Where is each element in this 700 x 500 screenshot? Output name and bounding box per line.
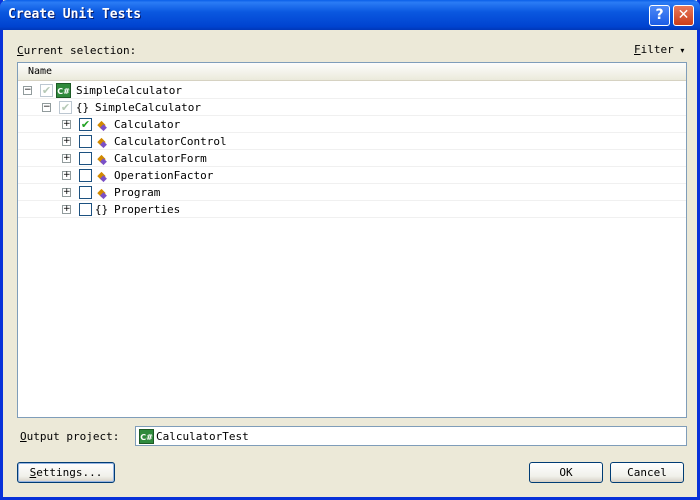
tree-item-label: CalculatorControl (114, 135, 227, 148)
tree-row-calculator-form[interactable]: + ◆ ◆ CalculatorForm (18, 150, 686, 167)
checkbox-program[interactable] (79, 186, 92, 199)
expand-icon[interactable]: + (62, 188, 71, 197)
tree-row-calculator[interactable]: + ✔ ◆ ◆ Calculator (18, 116, 686, 133)
help-button[interactable]: ? (649, 5, 670, 26)
expand-icon[interactable]: + (62, 137, 71, 146)
tree-row-properties[interactable]: + {} Properties (18, 201, 686, 218)
tree-row-project[interactable]: − ✔ C# SimpleCalculator (18, 82, 686, 99)
filter-dropdown[interactable]: Filter ▾ (634, 43, 684, 56)
namespace-icon: {} (75, 101, 90, 114)
checkbox-calculator-form[interactable] (79, 152, 92, 165)
output-project-value: CalculatorTest (156, 430, 249, 443)
class-icon: ◆ ◆ (97, 135, 107, 150)
class-icon: ◆ ◆ (97, 118, 107, 133)
class-icon: ◆ ◆ (97, 186, 107, 201)
tree-row-operation-factor[interactable]: + ◆ ◆ OperationFactor (18, 167, 686, 184)
output-project-label: Output project: (20, 430, 120, 443)
namespace-icon: {} (94, 203, 109, 216)
cancel-button[interactable]: Cancel (610, 462, 684, 483)
tree-row-namespace[interactable]: − ✔ {} SimpleCalculator (18, 99, 686, 116)
class-icon: ◆ ◆ (97, 152, 107, 167)
title-bar[interactable]: Create Unit Tests ? ✕ (0, 0, 700, 30)
tree-item-label: Properties (114, 203, 181, 216)
tree-item-label: Program (114, 186, 161, 199)
close-button[interactable]: ✕ (673, 5, 694, 26)
collapse-icon[interactable]: − (23, 86, 32, 95)
tree-row-program[interactable]: + ◆ ◆ Program (18, 184, 686, 201)
tree-item-label: CalculatorForm (114, 152, 207, 165)
tree-row-calculator-control[interactable]: + ◆ ◆ CalculatorControl (18, 133, 686, 150)
output-project-field[interactable]: C# CalculatorTest (135, 426, 687, 446)
column-header-name[interactable]: Name (18, 63, 686, 81)
tree-item-label: SimpleCalculator (95, 101, 201, 114)
csharp-project-icon: C# (139, 429, 154, 444)
selection-tree[interactable]: Name − ✔ C# SimpleCalculator − ✔ {} Simp… (17, 62, 687, 418)
tree-item-label: SimpleCalculator (76, 84, 182, 97)
checkbox-operation-factor[interactable] (79, 169, 92, 182)
expand-icon[interactable]: + (62, 120, 71, 129)
class-icon: ◆ ◆ (97, 169, 107, 184)
checkbox-namespace[interactable]: ✔ (59, 101, 72, 114)
checkbox-project[interactable]: ✔ (40, 84, 53, 97)
tree-item-label: Calculator (114, 118, 181, 131)
settings-button[interactable]: Settings... (17, 462, 115, 483)
dialog-title: Create Unit Tests (8, 7, 142, 22)
collapse-icon[interactable]: − (42, 103, 51, 112)
expand-icon[interactable]: + (62, 171, 71, 180)
csharp-project-icon: C# (56, 83, 71, 98)
tree-item-label: OperationFactor (114, 169, 214, 182)
checkbox-properties[interactable] (79, 203, 92, 216)
expand-icon[interactable]: + (62, 205, 71, 214)
ok-button[interactable]: OK (529, 462, 603, 483)
current-selection-label: Current selection: (17, 44, 137, 57)
checkbox-calculator[interactable]: ✔ (79, 118, 92, 131)
create-unit-tests-dialog: Create Unit Tests ? ✕ Current selection:… (0, 0, 700, 500)
expand-icon[interactable]: + (62, 154, 71, 163)
chevron-down-icon: ▾ (680, 46, 685, 55)
checkbox-calculator-control[interactable] (79, 135, 92, 148)
